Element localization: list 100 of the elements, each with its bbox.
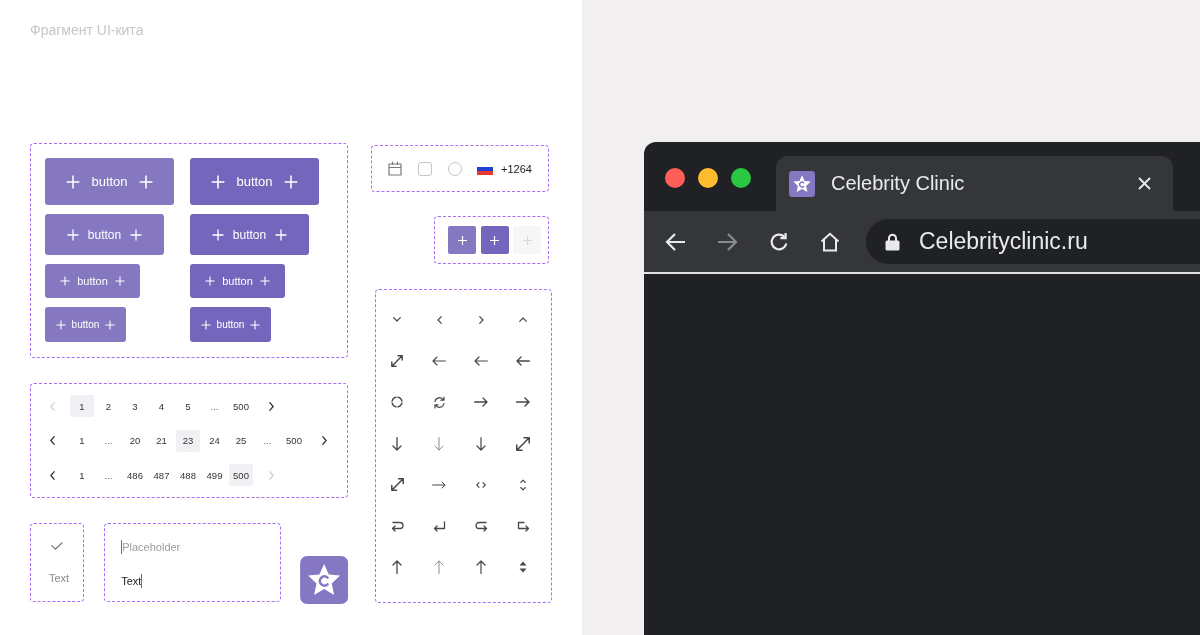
reload-button[interactable] — [769, 231, 789, 252]
refresh-icon — [432, 395, 446, 409]
plus-icon — [457, 235, 467, 245]
plus-icon — [114, 276, 125, 286]
input-field[interactable]: Text — [121, 574, 143, 588]
window-control-button[interactable] — [665, 168, 685, 188]
sample-button[interactable]: button — [190, 264, 285, 298]
add-button[interactable] — [480, 226, 509, 254]
hook-arrow-right-icon — [474, 520, 488, 532]
plus-icon — [130, 228, 143, 241]
diagonal-arrows-icon — [516, 436, 530, 451]
plus-icon — [205, 276, 216, 286]
plus-icon — [211, 228, 224, 241]
page-button[interactable]: 23 — [176, 429, 200, 452]
page-button[interactable]: 3 — [123, 395, 147, 417]
diagonal-arrows-icon — [390, 478, 404, 492]
page-button[interactable]: 1 — [70, 429, 94, 452]
page-button[interactable]: 500 — [229, 464, 253, 486]
add-button[interactable] — [448, 226, 476, 254]
arrow-left-icon — [474, 355, 488, 366]
page-button[interactable]: 488 — [176, 464, 200, 486]
chevron-down-icon — [393, 317, 401, 323]
sort-icon — [519, 561, 527, 574]
arrow-down-icon — [476, 436, 486, 451]
ellipsis-text: ... — [103, 434, 114, 448]
plus-icon — [105, 319, 116, 330]
arrow-left-icon — [432, 355, 446, 366]
page-button[interactable]: 500 — [229, 395, 253, 417]
ellipsis-text: ... — [209, 399, 220, 414]
flag-icon — [477, 167, 493, 175]
browser-tab[interactable]: Celebrity Clinic — [776, 156, 1173, 211]
chevron-left-icon — [436, 315, 442, 324]
phone-code-text: +1264 — [501, 162, 532, 175]
page-button[interactable]: 25 — [229, 429, 253, 452]
page-button[interactable]: 21 — [149, 429, 174, 452]
plus-icon — [522, 235, 532, 245]
chevron-right-icon — [478, 315, 484, 324]
arrow-left-icon — [665, 231, 686, 252]
reload-icon — [769, 231, 789, 252]
plus-icon — [275, 228, 288, 241]
checkbox[interactable] — [418, 161, 432, 176]
sample-button[interactable]: button — [45, 264, 140, 298]
diagonal-arrows-icon — [391, 354, 403, 367]
address-field[interactable]: Celebrityclinic.ru — [866, 219, 1200, 264]
sample-button[interactable]: button — [190, 158, 319, 205]
page-button[interactable]: 2 — [96, 395, 121, 417]
sample-button[interactable]: button — [190, 214, 309, 255]
home-button[interactable] — [820, 231, 840, 252]
window-control-button[interactable] — [698, 168, 718, 188]
sample-button[interactable]: button — [190, 307, 271, 342]
plus-icon — [66, 174, 81, 189]
arrow-right-icon — [717, 231, 738, 252]
window-control-button[interactable] — [731, 168, 751, 188]
arrow-left-icon — [516, 355, 530, 366]
calendar-icon[interactable] — [388, 161, 402, 176]
page-button[interactable]: 499 — [202, 464, 227, 486]
plus-icon — [66, 228, 79, 241]
plus-icon — [200, 319, 211, 330]
hook-arrow-left-icon — [390, 520, 404, 532]
lock-icon — [885, 232, 900, 251]
chevron-up-icon — [519, 317, 527, 323]
arrow-right-icon — [432, 480, 446, 489]
corner-arrow-right-icon — [516, 520, 530, 532]
plus-icon — [138, 174, 153, 189]
sample-button[interactable]: button — [45, 214, 164, 255]
plus-icon — [259, 276, 270, 286]
back-button[interactable] — [665, 231, 686, 252]
arrow-right-icon — [516, 397, 530, 408]
star-app-icon[interactable] — [299, 556, 348, 604]
page-button[interactable]: 500 — [282, 429, 306, 452]
arrow-up-icon — [434, 560, 444, 575]
plus-icon — [60, 276, 71, 286]
sample-button[interactable]: button — [45, 158, 174, 205]
plus-icon — [55, 319, 66, 330]
page-button[interactable]: 20 — [123, 429, 147, 452]
ellipsis-text: ... — [103, 468, 114, 483]
plus-icon — [490, 235, 499, 245]
ellipsis-text: ... — [262, 434, 273, 448]
up-down-chevrons-icon — [520, 478, 526, 491]
page-button[interactable]: 24 — [202, 429, 227, 452]
plus-icon — [283, 174, 298, 189]
close-icon[interactable] — [1138, 177, 1151, 190]
arrow-up-icon — [392, 560, 402, 575]
home-icon — [820, 231, 840, 252]
page-button[interactable]: 486 — [123, 464, 147, 486]
board-title: Фрагмент UI-кита — [30, 22, 144, 38]
page-button[interactable]: 1 — [70, 464, 94, 486]
page-button[interactable]: 4 — [149, 395, 174, 417]
code-brackets-icon — [476, 481, 486, 488]
sample-button[interactable]: button — [45, 307, 126, 342]
plus-icon — [211, 174, 226, 189]
option-text: Text — [48, 572, 70, 585]
arrow-up-icon — [476, 560, 486, 575]
page-button[interactable]: 5 — [176, 395, 200, 417]
page-button[interactable]: 487 — [149, 464, 174, 486]
arrow-down-icon — [392, 436, 402, 451]
arrow-right-icon — [474, 397, 488, 408]
enter-arrow-icon — [432, 520, 446, 532]
arrow-down-icon — [434, 436, 444, 451]
page-button[interactable]: 1 — [70, 395, 94, 417]
